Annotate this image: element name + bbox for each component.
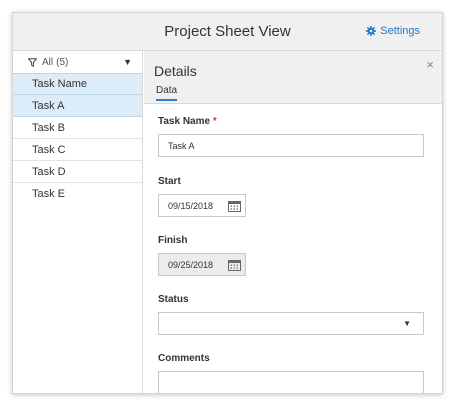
comments-label: Comments [158,353,210,364]
chevron-down-icon: ▼ [403,319,411,328]
calendar-icon[interactable] [228,200,241,212]
gear-icon [366,26,377,36]
task-name-label: Task Name * [158,116,424,127]
tab-data[interactable]: Data [156,85,178,101]
finish-label: Finish [158,235,188,246]
close-icon[interactable]: × [426,57,434,72]
details-header: Details × Data [144,51,442,104]
finish-date-value: 09/25/2018 [168,259,214,270]
comments-field[interactable] [158,371,424,393]
finish-date-field: 09/25/2018 [158,253,246,276]
start-label: Start [158,176,181,187]
app-window: Project Sheet View Settings All (5) ▼ Ta… [12,12,443,394]
start-date-field[interactable]: 09/15/2018 [158,194,246,217]
task-row-e[interactable]: Task E [13,183,142,205]
start-date-value: 09/15/2018 [168,200,214,211]
filter-dropdown[interactable]: All (5) ▼ [13,51,142,73]
task-row-b[interactable]: Task B [13,117,142,139]
task-row-c[interactable]: Task C [13,139,142,161]
settings-label: Settings [380,25,420,37]
column-header-task-name[interactable]: Task Name [13,73,142,95]
calendar-icon [228,259,241,271]
status-label: Status [158,294,189,305]
task-row-a[interactable]: Task A [13,95,142,117]
task-name-field[interactable]: Task A [158,134,424,157]
task-name-label-text: Task Name [158,116,211,127]
details-panel: Details × Data Task Name * Task A Start … [144,51,442,393]
filter-label: All [42,56,54,68]
required-marker: * [212,116,217,127]
task-list-panel: All (5) ▼ Task Name Task A Task B Task C… [13,51,143,393]
settings-button[interactable]: Settings [366,25,420,37]
status-select[interactable]: ▼ [158,312,424,335]
task-row-d[interactable]: Task D [13,161,142,183]
filter-count: (5) [56,56,69,68]
chevron-down-icon: ▼ [123,57,132,67]
details-form: Task Name * Task A Start 09/15/2018 Fini… [158,116,424,393]
details-title: Details [154,63,197,79]
top-bar: Project Sheet View Settings [13,13,442,51]
filter-icon [28,57,37,67]
